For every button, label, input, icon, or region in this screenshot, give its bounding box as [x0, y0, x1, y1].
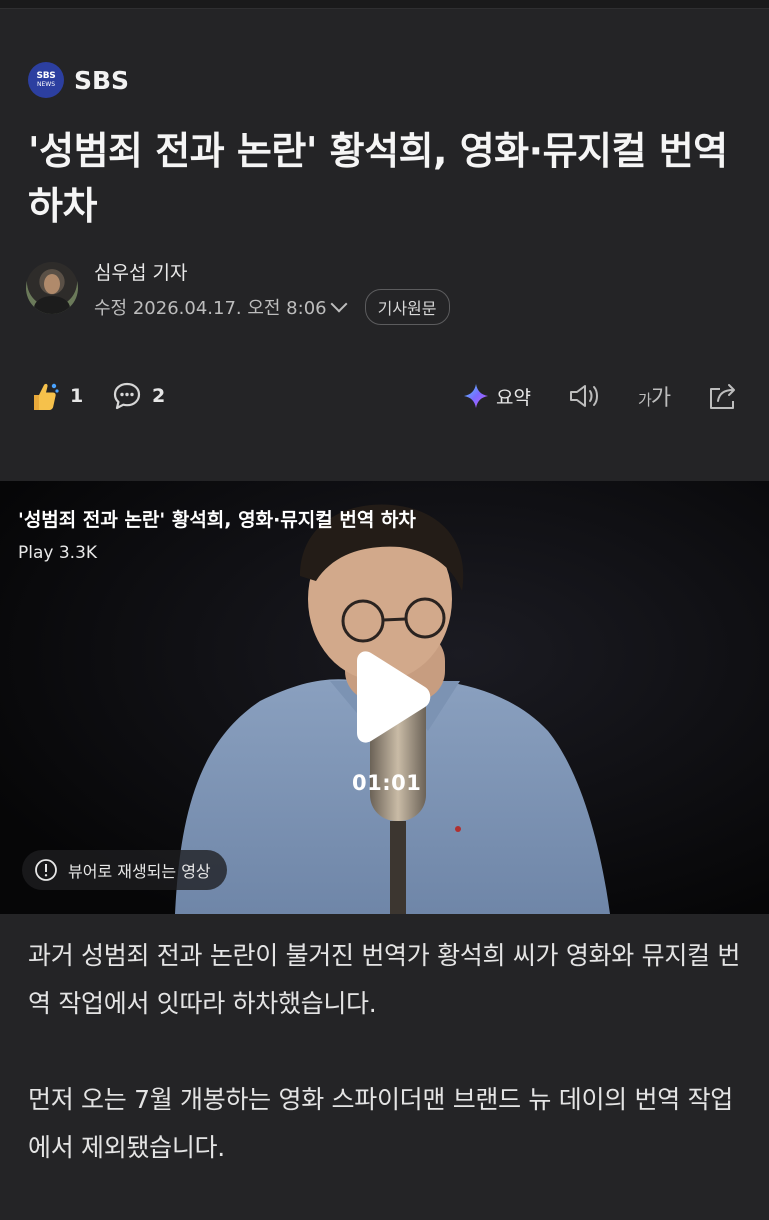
font-size-large-glyph: 가: [650, 386, 671, 411]
thumbs-up-icon: [34, 383, 59, 410]
viewer-playback-notice[interactable]: 뷰어로 재생되는 영상: [22, 850, 227, 890]
viewer-playback-notice-text: 뷰어로 재생되는 영상: [68, 862, 211, 881]
article-paragraph: 과거 성범죄 전과 논란이 불거진 번역가 황석희 씨가 영화와 뮤지컬 번역 …: [28, 941, 741, 1018]
text-to-speech-button[interactable]: [568, 372, 602, 420]
play-icon[interactable]: [343, 647, 435, 747]
author-name[interactable]: 심우섭 기자: [94, 258, 187, 285]
article-title: '성범죄 전과 논란' 황석희, 영화·뮤지컬 번역 하차: [28, 129, 728, 228]
top-bar: [0, 0, 769, 9]
original-article-button[interactable]: 기사원문: [364, 289, 450, 325]
article-paragraph: 먼저 오는 7월 개봉하는 영화 스파이더맨 브랜드 뉴 데이의 번역 작업에서…: [28, 1085, 733, 1162]
comment-button[interactable]: 2: [112, 372, 165, 420]
video-duration: 01:01: [352, 771, 422, 795]
font-size-button[interactable]: 가가: [638, 372, 671, 420]
press-logo-subtext: NEWS: [36, 81, 56, 88]
font-size-icon: 가가: [638, 380, 671, 412]
video-play-count: Play 3.3K: [18, 543, 98, 563]
action-bar: 1 2 요약 가가: [28, 372, 742, 420]
press-logo[interactable]: SBS NEWS: [28, 62, 64, 98]
author-avatar[interactable]: [26, 262, 78, 314]
article-body: 과거 성범죄 전과 논란이 불거진 번역가 황석희 씨가 영화와 뮤지컬 번역 …: [28, 932, 748, 1220]
video-title: '성범죄 전과 논란' 황석희, 영화·뮤지컬 번역 하차: [18, 509, 416, 531]
font-size-small-glyph: 가: [638, 391, 652, 409]
press-name[interactable]: SBS: [74, 66, 129, 95]
press-header[interactable]: SBS NEWS SBS: [28, 62, 129, 98]
article-date[interactable]: 수정 2026.04.17. 오전 8:06: [94, 294, 327, 320]
summary-button[interactable]: 요약: [462, 372, 531, 420]
share-icon: [710, 384, 735, 409]
info-icon: [35, 859, 57, 881]
speaker-icon: [570, 385, 598, 407]
share-button[interactable]: [706, 372, 740, 420]
video-player[interactable]: '성범죄 전과 논란' 황석희, 영화·뮤지컬 번역 하차 Play 3.3K …: [0, 481, 769, 914]
press-logo-text: SBS: [36, 71, 56, 81]
like-count: 1: [70, 385, 84, 407]
comment-icon: [113, 382, 141, 410]
article-meta: 수정 2026.04.17. 오전 8:06 기사원문: [94, 289, 450, 325]
comment-count: 2: [152, 385, 166, 407]
chevron-down-icon[interactable]: [330, 295, 348, 313]
ai-sparkle-icon: [464, 384, 488, 408]
summary-label: 요약: [496, 386, 531, 409]
like-button[interactable]: 1: [28, 372, 83, 420]
